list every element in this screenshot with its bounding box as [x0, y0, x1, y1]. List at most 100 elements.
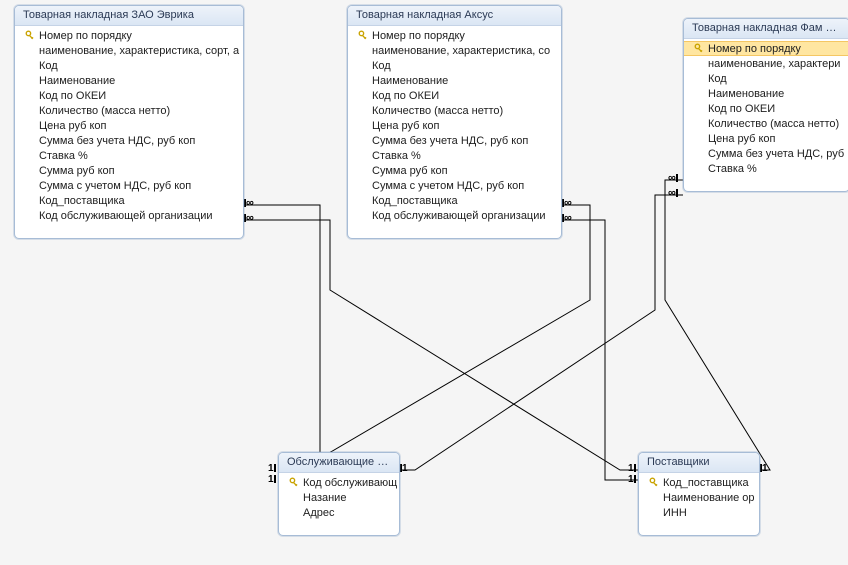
field-label: Код — [706, 73, 727, 85]
field-label: Цена руб коп — [37, 120, 107, 132]
field-label: Код_поставщика — [370, 195, 458, 207]
table-title[interactable]: Товарная накладная Аксус — [348, 6, 561, 26]
field-row[interactable]: Сумма руб коп — [15, 163, 243, 178]
field-label: Сумма без учета НДС, руб коп — [370, 135, 528, 147]
table-evrika[interactable]: Товарная накладная ЗАО Эврика Номер по п… — [14, 5, 244, 239]
field-label: Цена руб коп — [370, 120, 440, 132]
field-row[interactable]: наименование, характеристика, сорт, а — [15, 43, 243, 58]
field-row[interactable]: Сумма без учета НДС, руб коп — [348, 133, 561, 148]
field-label: Код по ОКЕИ — [370, 90, 439, 102]
field-row[interactable]: Код_поставщика — [15, 193, 243, 208]
field-label: Ставка % — [37, 150, 88, 162]
field-label: Сумма без учета НДС, руб — [706, 148, 844, 160]
field-label: Наименование — [37, 75, 115, 87]
field-label: наименование, характери — [706, 58, 840, 70]
field-row[interactable]: Цена руб коп — [684, 131, 848, 146]
field-row[interactable]: Ставка % — [684, 161, 848, 176]
field-row[interactable]: Код обслуживающей организации — [348, 208, 561, 223]
field-label: Ставка % — [370, 150, 421, 162]
field-row[interactable]: Ставка % — [15, 148, 243, 163]
rel-end-one: 1 — [268, 475, 276, 485]
field-row-pk[interactable]: Код_поставщика — [639, 475, 759, 490]
field-row-pk[interactable]: Код обслуживающ — [279, 475, 399, 490]
key-slot — [692, 43, 706, 54]
field-row[interactable]: Наименование ор — [639, 490, 759, 505]
field-row[interactable]: Код по ОКЕИ — [684, 101, 848, 116]
field-row[interactable]: Наименование — [684, 86, 848, 101]
table-fields: Код_поставщика Наименование ор ИНН — [639, 473, 759, 524]
field-label: Номер по порядку — [706, 43, 801, 55]
field-row-pk[interactable]: Номер по порядку — [348, 28, 561, 43]
field-label: Код по ОКЕИ — [37, 90, 106, 102]
rel-end-many: ∞ — [562, 198, 572, 209]
primary-key-icon — [25, 30, 36, 41]
field-row[interactable]: Ставка % — [348, 148, 561, 163]
table-title[interactable]: Обслуживающие о... — [279, 453, 399, 473]
key-slot — [23, 30, 37, 41]
field-row[interactable]: Код — [684, 71, 848, 86]
field-label: наименование, характеристика, сорт, а — [37, 45, 239, 57]
table-title[interactable]: Товарная накладная ЗАО Эврика — [15, 6, 243, 26]
field-row[interactable]: Сумма с учетом НДС, руб коп — [15, 178, 243, 193]
rel-end-many: ∞ — [244, 213, 254, 224]
field-row[interactable]: Наименование — [348, 73, 561, 88]
field-row[interactable]: Код — [348, 58, 561, 73]
field-row[interactable]: наименование, характери — [684, 56, 848, 71]
table-aksus[interactable]: Товарная накладная Аксус Номер по порядк… — [347, 5, 562, 239]
field-row[interactable]: Цена руб коп — [15, 118, 243, 133]
table-title[interactable]: Товарная накладная Фам копи — [684, 19, 848, 39]
field-label: Код_поставщика — [37, 195, 125, 207]
table-suppliers[interactable]: Поставщики Код_поставщика Наименование ор… — [638, 452, 760, 536]
table-fields: Номер по порядкунаименование, характерис… — [348, 26, 561, 227]
table-fields: Номер по порядку наименование, характери К… — [684, 39, 848, 180]
key-slot — [356, 30, 370, 41]
field-label: ИНН — [661, 507, 687, 519]
field-row[interactable]: Адрес — [279, 505, 399, 520]
field-row[interactable]: Сумма без учета НДС, руб — [684, 146, 848, 161]
table-fields: Номер по порядку наименование, характерис… — [15, 26, 243, 227]
field-row[interactable]: Сумма с учетом НДС, руб коп — [348, 178, 561, 193]
field-label: Сумма с учетом НДС, руб коп — [37, 180, 191, 192]
rel-end-many: ∞ — [244, 198, 254, 209]
field-row[interactable]: Код обслуживающей организации — [15, 208, 243, 223]
table-service-org[interactable]: Обслуживающие о... Код обслуживающНазани… — [278, 452, 400, 536]
field-label: Номер по порядку — [37, 30, 132, 42]
field-label: Наименование ор — [661, 492, 755, 504]
primary-key-icon — [694, 43, 705, 54]
field-row[interactable]: Количество (масса нетто) — [348, 103, 561, 118]
field-row-pk[interactable]: Номер по порядку — [684, 41, 848, 56]
field-label: Код — [37, 60, 58, 72]
field-row[interactable]: Назание — [279, 490, 399, 505]
field-label: Количество (масса нетто) — [370, 105, 503, 117]
primary-key-icon — [649, 477, 660, 488]
primary-key-icon — [289, 477, 300, 488]
rel-end-many: ∞ — [668, 173, 678, 184]
field-row[interactable]: наименование, характеристика, со — [348, 43, 561, 58]
field-row[interactable]: Код_поставщика — [348, 193, 561, 208]
field-label: Код по ОКЕИ — [706, 103, 775, 115]
field-row[interactable]: Количество (масса нетто) — [684, 116, 848, 131]
field-label: Количество (масса нетто) — [37, 105, 170, 117]
field-row[interactable]: ИНН — [639, 505, 759, 520]
rel-end-one: 1 — [628, 475, 636, 485]
table-title[interactable]: Поставщики — [639, 453, 759, 473]
field-label: Количество (масса нетто) — [706, 118, 839, 130]
field-row[interactable]: Цена руб коп — [348, 118, 561, 133]
field-row[interactable]: Сумма руб коп — [348, 163, 561, 178]
field-row[interactable]: Код по ОКЕИ — [348, 88, 561, 103]
field-row[interactable]: Сумма без учета НДС, руб коп — [15, 133, 243, 148]
field-row-pk[interactable]: Номер по порядку — [15, 28, 243, 43]
relationships-canvas[interactable]: ∞ ∞ ∞ ∞ ∞ ∞ 1 1 1 1 1 1 Товарная накладн… — [0, 0, 848, 565]
table-fields: Код обслуживающНазаниеАдрес — [279, 473, 399, 524]
field-row[interactable]: Наименование — [15, 73, 243, 88]
field-label: Наименование — [370, 75, 448, 87]
rel-end-one: 1 — [628, 464, 636, 474]
field-row[interactable]: Код по ОКЕИ — [15, 88, 243, 103]
field-row[interactable]: Количество (масса нетто) — [15, 103, 243, 118]
field-label: Код обслуживающей организации — [37, 210, 213, 222]
field-label: Цена руб коп — [706, 133, 776, 145]
field-label: Сумма без учета НДС, руб коп — [37, 135, 195, 147]
table-fam[interactable]: Товарная накладная Фам копи Номер по пор… — [683, 18, 848, 192]
key-slot — [287, 477, 301, 488]
field-row[interactable]: Код — [15, 58, 243, 73]
